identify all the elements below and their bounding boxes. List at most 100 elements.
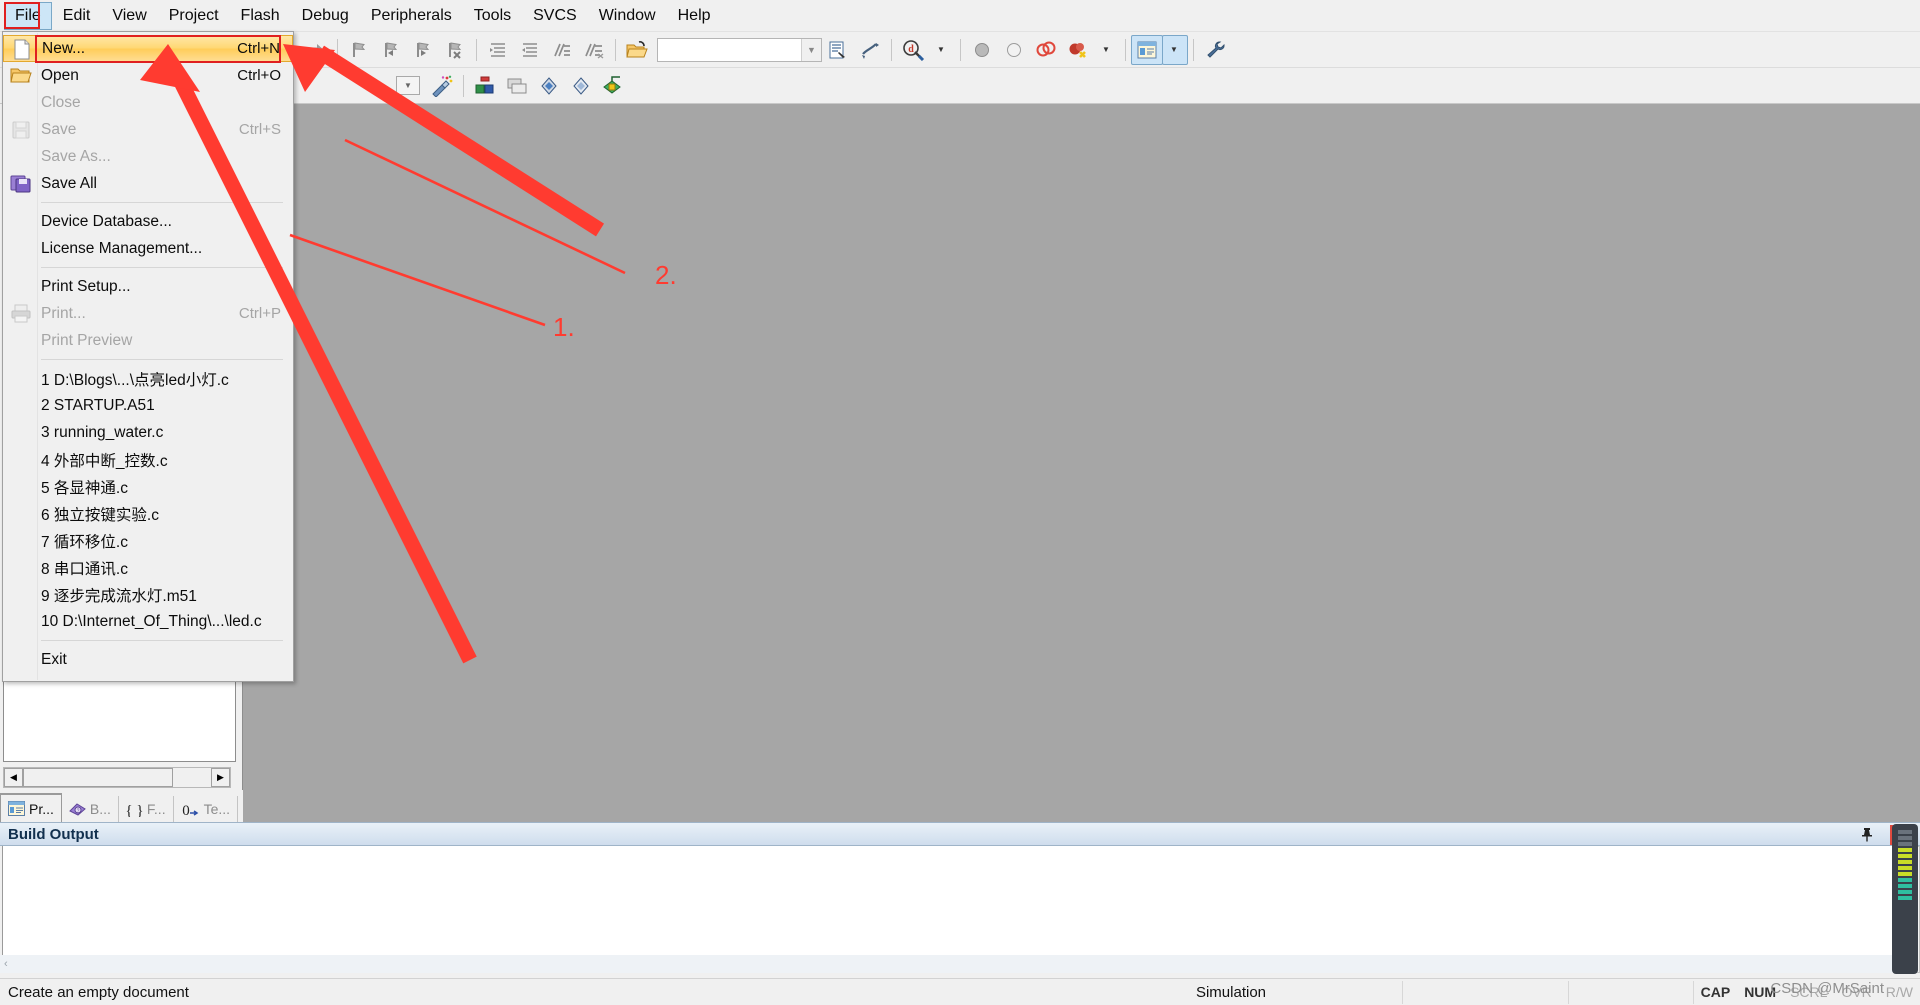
- build-output-body[interactable]: [2, 846, 1898, 973]
- menu-peripherals[interactable]: Peripherals: [360, 2, 463, 30]
- kill-all-breakpoints-icon[interactable]: [1062, 35, 1094, 65]
- hscroll-left-arrow-icon[interactable]: ‹: [4, 958, 8, 970]
- file-menu-item-5-c[interactable]: 5 各显神通.c: [3, 473, 293, 500]
- printer-icon: [10, 303, 32, 324]
- menu-item-label: Exit: [41, 650, 67, 668]
- file-menu-item-2-startup-a51[interactable]: 2 STARTUP.A51: [3, 392, 293, 419]
- scroll-left-arrow-icon[interactable]: ◀: [4, 768, 23, 787]
- comment-icon[interactable]: [546, 35, 578, 65]
- menu-item-accelerator: Ctrl+S: [238, 121, 281, 138]
- menu-item-accelerator: Ctrl+N: [237, 40, 280, 57]
- disable-all-breakpoints-icon[interactable]: [1030, 35, 1062, 65]
- menu-svcs[interactable]: SVCS: [522, 2, 588, 30]
- menu-item-label: Save All: [41, 174, 98, 192]
- file-menu-item-9-m51[interactable]: 9 逐步完成流水灯.m51: [3, 581, 293, 608]
- file-menu-item-4-c[interactable]: 4 外部中断_控数.c: [3, 446, 293, 473]
- file-menu-item-1-d-blogs-led-c[interactable]: 1 D:\Blogs\...\点亮led小灯.c: [3, 365, 293, 392]
- menu-edit[interactable]: Edit: [52, 2, 102, 30]
- debug-dropdown-arrow-icon[interactable]: ▼: [929, 35, 955, 65]
- build-output-hscrollbar[interactable]: ‹ ›: [0, 955, 1900, 973]
- project-window-icon[interactable]: [1131, 34, 1163, 65]
- menu-item-label: 9 逐步完成流水灯.m51: [41, 587, 197, 605]
- build-target-icon[interactable]: [426, 71, 458, 101]
- project-tab-b[interactable]: ? B...: [62, 796, 119, 822]
- options-for-target-icon[interactable]: [533, 71, 565, 101]
- scroll-right-arrow-icon[interactable]: ▶: [211, 768, 230, 787]
- file-menu-item-3-running-water-c[interactable]: 3 running_water.c: [3, 419, 293, 446]
- file-menu-item-save-all[interactable]: Save All: [3, 170, 293, 197]
- project-tab-te[interactable]: 0 Te...: [174, 796, 239, 822]
- file-menu-item-6-c[interactable]: 6 独立按键实验.c: [3, 500, 293, 527]
- manage-run-time-env-icon[interactable]: [565, 71, 597, 101]
- batch-build-icon[interactable]: [501, 71, 533, 101]
- status-bar: Create an empty document Simulation CAP N…: [0, 978, 1920, 1005]
- pack-installer-icon[interactable]: [597, 71, 629, 101]
- file-menu-item-8-c[interactable]: 8 串口通讯.c: [3, 554, 293, 581]
- menu-separator: [41, 267, 283, 268]
- menu-tools[interactable]: Tools: [463, 2, 522, 30]
- project-icon: [8, 801, 25, 816]
- configure-icon[interactable]: [1199, 35, 1231, 65]
- target-dropdown-box[interactable]: ▼: [396, 76, 420, 95]
- save-all-icon: [10, 173, 32, 194]
- menu-item-label: 8 串口通讯.c: [41, 560, 128, 578]
- file-menu-item-10-d-internet-of-thing-led-c[interactable]: 10 D:\Internet_Of_Thing\...\led.c: [3, 608, 293, 635]
- menu-item-label: Device Database...: [41, 212, 172, 230]
- svg-text:d: d: [908, 44, 914, 55]
- project-tab-pr[interactable]: Pr...: [0, 793, 62, 822]
- menu-file[interactable]: File: [4, 1, 52, 30]
- manage-project-items-icon[interactable]: [469, 71, 501, 101]
- find-in-files-icon[interactable]: [854, 35, 886, 65]
- menu-item-label: License Management...: [41, 239, 203, 257]
- menu-item-label: Open: [41, 66, 79, 84]
- menu-bar: File Edit View Project Flash Debug Peripherals…: [0, 0, 1920, 32]
- menu-item-label: 6 独立按键实验.c: [41, 506, 159, 524]
- menu-item-accelerator: Ctrl+P: [238, 305, 281, 322]
- menu-debug[interactable]: Debug: [291, 2, 360, 30]
- file-menu-popup: New... Ctrl+N Open Ctrl+O Close Save Ctrl+S Sav…: [2, 31, 294, 682]
- new-file-icon: [11, 39, 33, 60]
- file-menu-item-print-setup[interactable]: Print Setup...: [3, 273, 293, 300]
- status-cell-simulation: Simulation: [1188, 980, 1403, 1004]
- menu-flash[interactable]: Flash: [230, 2, 291, 30]
- chevron-down-icon[interactable]: ▼: [801, 38, 821, 61]
- scroll-thumb[interactable]: [23, 768, 173, 787]
- disable-breakpoint-icon[interactable]: [998, 35, 1030, 65]
- start-debug-icon[interactable]: d: [897, 35, 929, 65]
- indent-left-icon[interactable]: [514, 35, 546, 65]
- file-menu-item-7-c[interactable]: 7 循环移位.c: [3, 527, 293, 554]
- uncomment-icon[interactable]: [578, 35, 610, 65]
- file-menu-item-exit[interactable]: Exit: [3, 646, 293, 673]
- target-selector-combo[interactable]: ▼: [657, 37, 822, 62]
- indent-right-icon[interactable]: [482, 35, 514, 65]
- menu-project[interactable]: Project: [158, 2, 230, 30]
- forward-arrow-icon[interactable]: [300, 35, 332, 65]
- open-project-icon[interactable]: [621, 35, 653, 65]
- bookmark-prev-icon[interactable]: [375, 35, 407, 65]
- bookmark-next-icon[interactable]: [407, 35, 439, 65]
- svg-text:?: ?: [77, 808, 80, 814]
- build-output-title: Build Output: [8, 825, 99, 843]
- menu-window[interactable]: Window: [588, 2, 667, 30]
- file-menu-item-new[interactable]: New... Ctrl+N: [3, 35, 293, 62]
- pin-icon[interactable]: [1858, 826, 1876, 844]
- project-hscrollbar[interactable]: ◀ ▶: [3, 767, 231, 788]
- bookmark-clear-icon[interactable]: [439, 35, 471, 65]
- file-menu-item-license-management[interactable]: License Management...: [3, 235, 293, 262]
- file-menu-item-device-database[interactable]: Device Database...: [3, 208, 293, 235]
- file-menu-item-open[interactable]: Open Ctrl+O: [3, 62, 293, 89]
- bookmark-toggle-icon[interactable]: [343, 35, 375, 65]
- open-folder-icon: [10, 65, 32, 86]
- project-tab-strip: Pr...? B... { } F... 0 Te...: [0, 790, 243, 822]
- target-options-icon[interactable]: [822, 35, 854, 65]
- project-tab-label: B...: [89, 801, 111, 817]
- status-cell-3: [1569, 980, 1694, 1004]
- project-tab-f[interactable]: { } F...: [119, 796, 174, 822]
- breakpoint-dropdown-arrow-icon[interactable]: ▼: [1094, 35, 1120, 65]
- project-window-dropdown-icon[interactable]: ▼: [1162, 34, 1188, 65]
- insert-breakpoint-icon[interactable]: [966, 35, 998, 65]
- menu-help[interactable]: Help: [667, 2, 722, 30]
- volume-slider-overlay[interactable]: [1892, 824, 1918, 974]
- file-menu-item-save: Save Ctrl+S: [3, 116, 293, 143]
- menu-view[interactable]: View: [101, 2, 157, 30]
